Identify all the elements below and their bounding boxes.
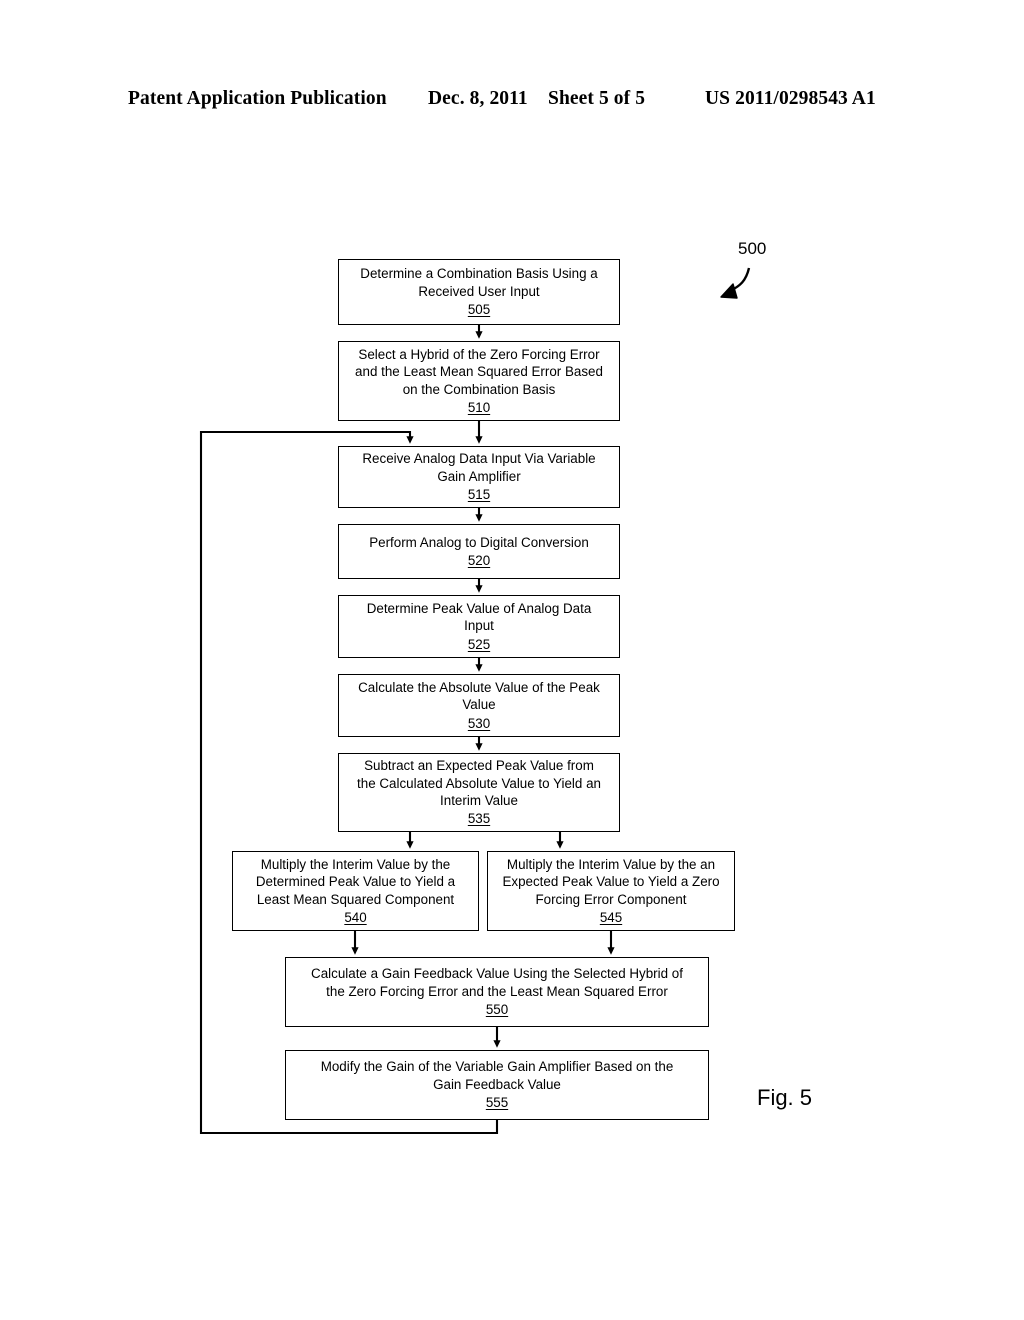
reference-500-arrowhead — [720, 283, 738, 299]
flowchart-step-555-number: 555 — [485, 1095, 509, 1111]
flowchart-step-545-number: 545 — [599, 909, 623, 925]
flowchart-step-545-text: Multiply the Interim Value by the an Exp… — [502, 856, 720, 907]
flowchart-step-520-text: Perform Analog to Digital Conversion — [369, 534, 589, 550]
flowchart-step-505-text: Determine a Combination Basis Using a Re… — [360, 266, 598, 299]
flowchart-step-550: Calculate a Gain Feedback Value Using th… — [285, 957, 709, 1027]
flowchart-step-525-text: Determine Peak Value of Analog Data Inpu… — [366, 600, 592, 634]
flowchart-step-535: Subtract an Expected Peak Value from the… — [338, 753, 620, 832]
flowchart-step-510-text: Select a Hybrid of the Zero Forcing Erro… — [355, 346, 603, 397]
flowchart-step-505: Determine a Combination Basis Using a Re… — [338, 259, 620, 325]
flowchart-step-545: Multiply the Interim Value by the an Exp… — [487, 851, 735, 931]
flowchart-step-530: Calculate the Absolute Value of the Peak… — [338, 674, 620, 737]
flowchart-step-530-text: Calculate the Absolute Value of the Peak… — [358, 679, 600, 713]
patent-figure-page: Patent Application Publication Dec. 8, 2… — [0, 0, 1024, 1320]
flowchart-step-530-number: 530 — [467, 715, 491, 731]
flowchart-step-510: Select a Hybrid of the Zero Forcing Erro… — [338, 341, 620, 421]
flowchart-step-520: Perform Analog to Digital Conversion 520 — [338, 524, 620, 579]
flowchart-step-515-number: 515 — [467, 487, 491, 503]
flowchart-step-515-text: Receive Analog Data Input Via Variable G… — [362, 451, 596, 484]
flowchart-step-505-number: 505 — [467, 302, 491, 318]
figure-caption: Fig. 5 — [757, 1085, 813, 1110]
flowchart-step-550-number: 550 — [485, 1002, 509, 1018]
flowchart-step-535-number: 535 — [467, 811, 491, 827]
flowchart-step-555: Modify the Gain of the Variable Gain Amp… — [285, 1050, 709, 1120]
flowchart-step-555-text: Modify the Gain of the Variable Gain Amp… — [320, 1059, 674, 1092]
flowchart-step-520-number: 520 — [467, 553, 491, 568]
flowchart-step-510-number: 510 — [467, 399, 491, 415]
flowchart-step-550-text: Calculate a Gain Feedback Value Using th… — [311, 966, 683, 999]
flowchart-step-540: Multiply the Interim Value by the Determ… — [232, 851, 479, 931]
flowchart-step-540-number: 540 — [344, 909, 367, 925]
reference-500-leader-arrow — [729, 267, 751, 293]
flowchart-step-540-text: Multiply the Interim Value by the Determ… — [255, 856, 456, 907]
flowchart-step-525: Determine Peak Value of Analog Data Inpu… — [338, 595, 620, 658]
figure-reference-numeral: 500 — [738, 239, 767, 258]
flowchart-connectors — [199, 267, 751, 1135]
flowchart-step-535-text: Subtract an Expected Peak Value from the… — [357, 758, 601, 808]
flowchart-diagram: Determine a Combination Basis Using a Re… — [0, 0, 1024, 1320]
flowchart-step-515: Receive Analog Data Input Via Variable G… — [338, 446, 620, 508]
flowchart-step-525-number: 525 — [467, 636, 491, 652]
